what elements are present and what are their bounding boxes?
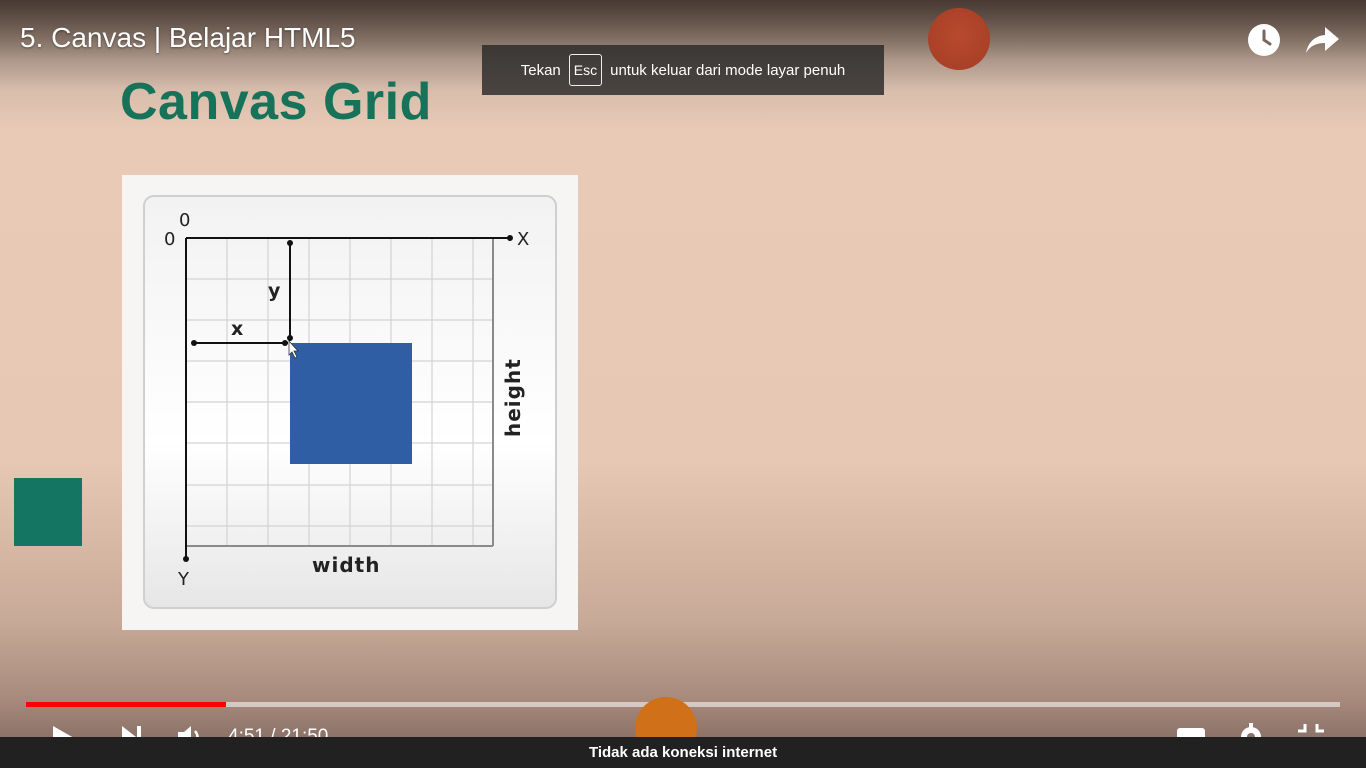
video-title[interactable]: 5. Canvas | Belajar HTML5 xyxy=(20,22,356,54)
watch-later-button[interactable] xyxy=(1244,20,1284,60)
x-axis-label: X xyxy=(517,229,529,250)
blue-rectangle xyxy=(290,343,412,464)
canvas-grid-svg: 0 0 X Y y x width height xyxy=(143,195,557,609)
clock-icon xyxy=(1248,24,1280,56)
y-offset-label: y xyxy=(268,280,281,302)
canvas-grid-diagram: 0 0 X Y y x width height xyxy=(122,175,578,630)
slide-heading: Canvas Grid xyxy=(120,73,432,131)
toast-suffix: untuk keluar dari mode layar penuh xyxy=(610,61,846,79)
progress-played xyxy=(26,702,226,707)
y-axis-label: Y xyxy=(177,569,190,590)
teal-decoration xyxy=(14,478,82,546)
esc-key-badge: Esc xyxy=(568,54,603,86)
width-label: width xyxy=(312,553,380,577)
fullscreen-exit-toast: Tekan Esc untuk keluar dari mode layar p… xyxy=(482,45,884,95)
share-button[interactable] xyxy=(1303,20,1343,60)
no-connection-message: Tidak ada koneksi internet xyxy=(588,744,778,761)
decorative-circle-top xyxy=(928,8,990,70)
no-connection-bar: Tidak ada koneksi internet xyxy=(0,737,1366,768)
height-label: height xyxy=(501,358,525,437)
origin-label-top: 0 xyxy=(179,210,190,231)
origin-label-left: 0 xyxy=(164,229,175,250)
x-offset-label: x xyxy=(231,318,243,340)
toast-prefix: Tekan xyxy=(520,61,561,79)
share-icon xyxy=(1306,27,1339,53)
